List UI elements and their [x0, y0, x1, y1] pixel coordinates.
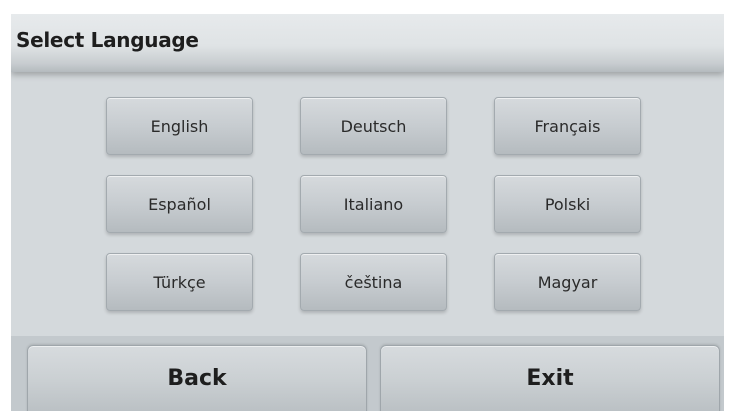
language-button-italiano[interactable]: Italiano	[300, 175, 447, 233]
footer-bar: Back Exit	[11, 336, 724, 411]
language-button-deutsch[interactable]: Deutsch	[300, 97, 447, 155]
language-button-espanol[interactable]: Español	[106, 175, 253, 233]
language-button-cestina[interactable]: čeština	[300, 253, 447, 311]
language-button-francais[interactable]: Français	[494, 97, 641, 155]
language-button-english[interactable]: English	[106, 97, 253, 155]
page-title: Select Language	[16, 28, 199, 52]
language-button-magyar[interactable]: Magyar	[494, 253, 641, 311]
language-screen: Select Language English Deutsch Français…	[11, 14, 724, 411]
language-button-polski[interactable]: Polski	[494, 175, 641, 233]
language-button-turkce[interactable]: Türkçe	[106, 253, 253, 311]
title-bar: Select Language	[11, 14, 724, 72]
exit-button[interactable]: Exit	[380, 345, 720, 411]
back-button[interactable]: Back	[27, 345, 367, 411]
